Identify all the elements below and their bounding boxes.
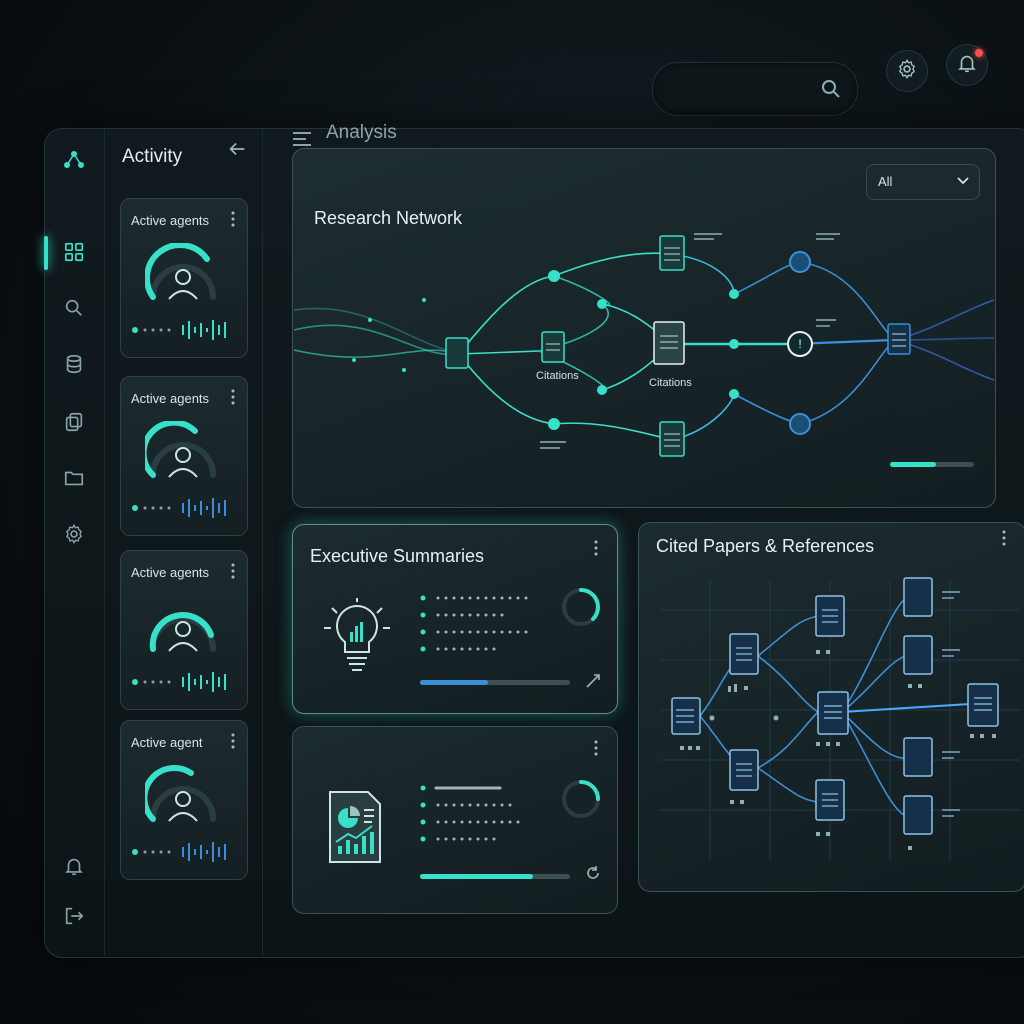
settings-button[interactable]: [886, 50, 928, 92]
menu-icon[interactable]: [292, 130, 312, 148]
more-icon[interactable]: [231, 211, 235, 227]
report-chart-icon: [329, 791, 381, 863]
agent-card[interactable]: Active agent: [120, 720, 248, 880]
network-pager[interactable]: [890, 462, 974, 467]
logo-icon[interactable]: [62, 148, 86, 172]
page-title: Analysis: [326, 122, 397, 143]
dashboard-icon[interactable]: [62, 240, 86, 264]
activity-meter: [132, 842, 226, 862]
citations-label: Citations: [649, 377, 692, 389]
agent-card-label: Active agent: [131, 735, 203, 750]
agent-gauge: [145, 765, 216, 822]
references-graph: [660, 577, 1020, 860]
summary-progress-bar: [420, 680, 570, 685]
gear-icon: [896, 58, 918, 85]
activity-meter: [132, 498, 226, 518]
agent-card[interactable]: Active agents: [120, 198, 248, 358]
executive-summaries-title: Executive Summaries: [310, 546, 485, 566]
bell-icon: [956, 52, 978, 79]
agent-card-label: Active agents: [131, 565, 210, 580]
filter-select[interactable]: All: [866, 164, 980, 200]
agent-card[interactable]: Active agents: [120, 376, 248, 536]
arrow-left-icon: [226, 142, 248, 164]
agent-card-label: Active agents: [131, 391, 210, 406]
more-icon[interactable]: [231, 733, 235, 749]
report-progress-fill: [420, 874, 533, 879]
report-progress-bar: [420, 874, 570, 879]
svg-text:!: !: [798, 337, 801, 351]
more-icon[interactable]: [1002, 530, 1006, 546]
more-icon[interactable]: [594, 540, 598, 556]
icon-rail: [44, 128, 105, 956]
refresh-icon[interactable]: [584, 864, 602, 882]
agent-card[interactable]: Active agents: [120, 550, 248, 710]
report-ring: [562, 780, 600, 818]
notifications-button[interactable]: [946, 44, 988, 86]
network-pager-fill: [890, 462, 936, 467]
agent-gauge: [145, 243, 216, 300]
logout-icon[interactable]: [62, 904, 86, 928]
bell-icon[interactable]: [62, 854, 86, 878]
more-icon[interactable]: [231, 389, 235, 405]
summary-ring: [562, 588, 600, 626]
collapse-button[interactable]: [226, 138, 248, 160]
lightbulb-icon: [324, 598, 390, 671]
more-icon[interactable]: [594, 740, 598, 756]
chevron-down-icon: [957, 177, 969, 185]
gear-icon[interactable]: [62, 522, 86, 546]
summary-list: [420, 595, 528, 652]
agent-gauge: [149, 612, 216, 652]
copy-icon[interactable]: [62, 410, 86, 434]
activity-meter: [132, 320, 226, 340]
more-icon[interactable]: [231, 563, 235, 579]
filter-value: All: [878, 174, 893, 189]
notification-badge: [975, 49, 983, 57]
expand-icon[interactable]: [584, 672, 602, 690]
report-list: [420, 785, 520, 842]
agent-gauge: [145, 421, 216, 478]
active-indicator: [44, 236, 48, 270]
activity-meter: [132, 672, 226, 692]
folder-icon[interactable]: [62, 466, 86, 490]
cited-papers-title: Cited Papers & References: [656, 536, 875, 556]
citations-label: Citations: [536, 370, 579, 382]
activity-title: Activity: [122, 146, 183, 167]
summary-progress-fill: [420, 680, 488, 685]
database-icon[interactable]: [62, 352, 86, 376]
search-icon: [819, 77, 843, 101]
agent-card-label: Active agents: [131, 213, 210, 228]
research-network-graph: ! Citations Citations: [294, 233, 994, 457]
search-icon[interactable]: [62, 296, 86, 320]
search-input[interactable]: [652, 62, 858, 116]
